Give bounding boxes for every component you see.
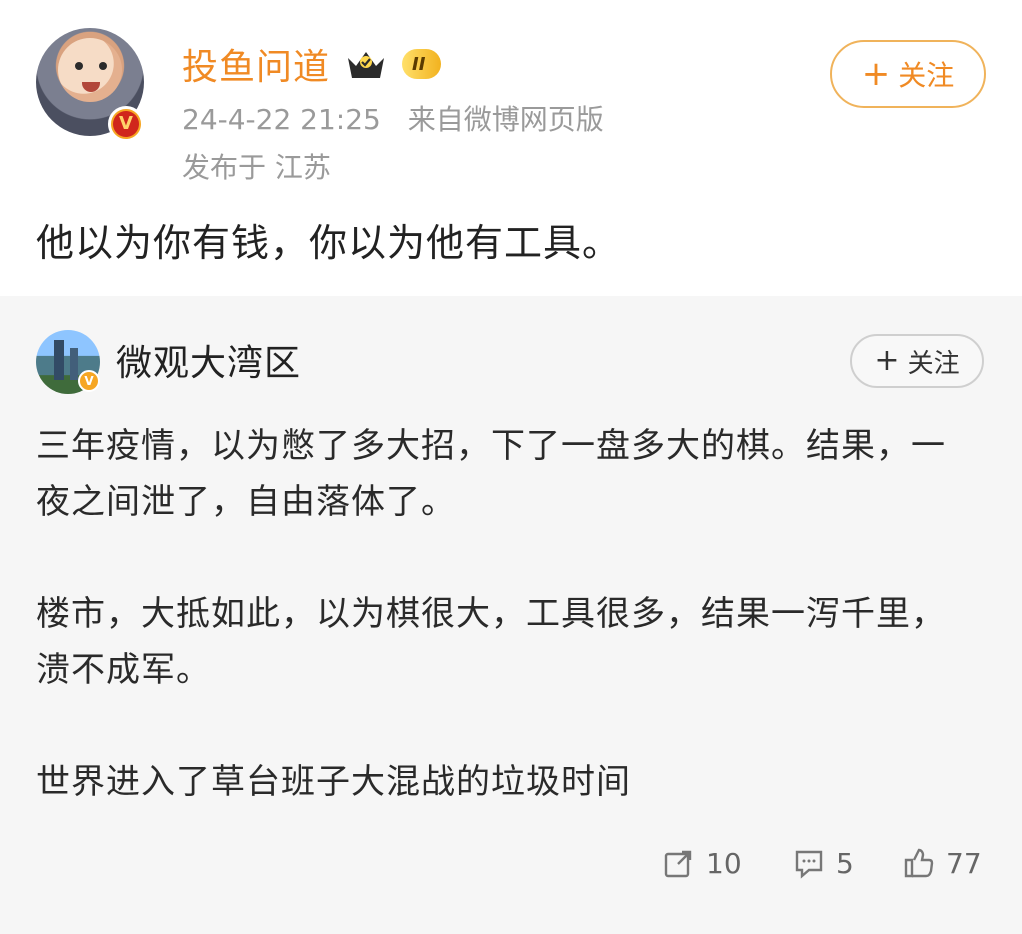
- repost-follow-label: 关注: [907, 348, 960, 379]
- level-badge: II: [402, 49, 442, 79]
- avatar-face: [58, 38, 122, 102]
- repost-username[interactable]: 微观大湾区: [116, 334, 301, 386]
- share-icon: [662, 846, 696, 880]
- crown-icon: [342, 44, 390, 84]
- like-icon: [902, 846, 936, 880]
- original-post: V 投鱼问道 II 24-4-22 21:25 来自微博网页版 发布于 江苏 +…: [0, 0, 1022, 296]
- follow-button[interactable]: + 关注: [830, 40, 986, 108]
- avatar-eyes: [71, 62, 111, 70]
- like-count: 77: [946, 846, 982, 880]
- share-action[interactable]: 10: [662, 846, 742, 880]
- repost-paragraph-1: 三年疫情，以为憋了多大招，下了一盘多大的棋。结果，一夜之间泄了，自由落体了。: [36, 426, 946, 522]
- post-actions: 10 5 77: [0, 846, 1022, 894]
- post-content: 他以为你有钱，你以为他有工具。: [36, 221, 622, 265]
- repost-paragraph-2: 楼市，大抵如此，以为棋很大，工具很多，结果一泻千里，溃不成军。: [36, 594, 946, 690]
- post-time: 24-4-22 21:25: [182, 103, 381, 136]
- comment-count: 5: [836, 846, 854, 880]
- repost-paragraph-3: 世界进入了草台班子大混战的垃圾时间: [36, 762, 631, 802]
- plus-icon: +: [874, 343, 900, 378]
- comment-action[interactable]: 5: [792, 846, 854, 880]
- post-meta: 24-4-22 21:25 来自微博网页版: [182, 98, 604, 138]
- verified-badge-icon: V: [108, 106, 144, 142]
- post-header: 投鱼问道 II: [182, 38, 442, 90]
- plus-icon: +: [861, 54, 891, 94]
- post-location: 发布于 江苏: [182, 151, 331, 184]
- like-action[interactable]: 77: [902, 846, 982, 880]
- level-badge-text: II: [412, 53, 426, 75]
- repost-content: 三年疫情，以为憋了多大招，下了一盘多大的棋。结果，一夜之间泄了，自由落体了。 楼…: [36, 418, 956, 810]
- weibo-post-screenshot: V 投鱼问道 II 24-4-22 21:25 来自微博网页版 发布于 江苏 +…: [0, 0, 1022, 934]
- share-count: 10: [706, 846, 742, 880]
- follow-label: 关注: [898, 59, 955, 92]
- repost-verified-badge-icon: V: [78, 370, 100, 392]
- post-source: 来自微博网页版: [407, 103, 604, 136]
- repost-follow-button[interactable]: + 关注: [850, 334, 984, 388]
- comment-icon: [792, 846, 826, 880]
- username[interactable]: 投鱼问道: [182, 38, 330, 90]
